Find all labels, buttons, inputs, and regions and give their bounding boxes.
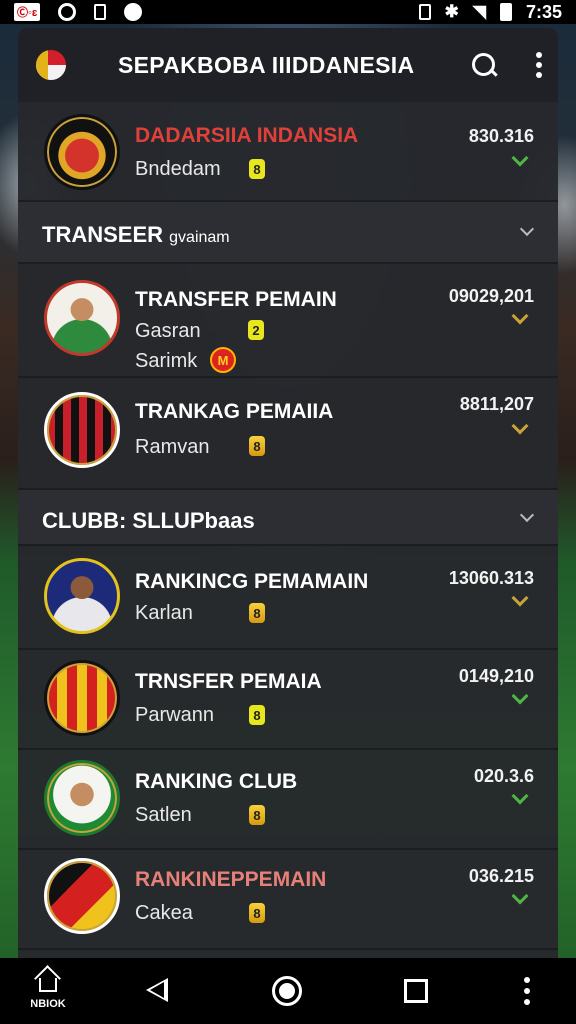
item-title: DADARSIIA INDANSIA (135, 124, 359, 147)
expand-chevron-icon[interactable] (511, 787, 529, 805)
player-avatar (44, 280, 120, 356)
section-title: TRANSEER gvainam (42, 222, 230, 247)
home-circle-icon[interactable] (272, 976, 302, 1006)
section-header-transfer[interactable]: TRANSEER gvainam (18, 202, 558, 264)
item-subtitle: Ramvan (135, 436, 210, 458)
item-value: 13060.313 (448, 568, 534, 588)
rank-badge: 8 (249, 436, 265, 456)
section-header-club[interactable]: CLUBB: SLLUPbaas (18, 490, 558, 546)
expand-chevron-icon[interactable] (511, 687, 529, 705)
rank-badge: 8 (249, 805, 265, 825)
section-title: CLUBB: SLLUPbaas (42, 508, 255, 533)
nav-home-button[interactable]: NBIOK (28, 972, 68, 1010)
wifi-icon: ◥ (472, 2, 486, 21)
item-title: TRANSFER PEMAIN (135, 288, 337, 311)
item-subtitle: Bndedam (135, 158, 221, 180)
item-title: RANKINCG PEMAMAIN (135, 570, 369, 593)
list-item[interactable]: RANKINEPPEMAIN Cakea 8 036.215 (18, 850, 558, 950)
club-crest-icon (44, 858, 120, 934)
item-value: 830.316 (468, 126, 534, 146)
nav-more-icon[interactable] (524, 977, 530, 1005)
club-crest-icon (44, 660, 120, 736)
rank-badge: 8 (249, 903, 265, 923)
more-options-icon[interactable] (536, 52, 542, 78)
recent-apps-icon[interactable] (404, 979, 428, 1003)
nfc-icon (418, 4, 431, 20)
status-bar: Ⓒ◦ɛ ✱ ◥ 7:35 (0, 0, 576, 24)
item-title: RANKING CLUB (135, 770, 298, 793)
sync-icon (58, 3, 77, 21)
notification-icon (94, 4, 107, 20)
club-crest-icon (44, 114, 120, 190)
item-value: 0149,210 (458, 666, 534, 686)
item-value: 8811,207 (459, 394, 534, 414)
flag-logo-icon (34, 48, 68, 82)
item-subtitle: Cakea (135, 902, 193, 924)
club-crest-icon (44, 392, 120, 468)
clock: 7:35 (525, 1, 562, 22)
back-icon[interactable] (146, 978, 168, 1002)
expand-chevron-icon[interactable] (511, 589, 529, 607)
expand-chevron-icon[interactable] (511, 307, 529, 325)
list-item[interactable]: DADARSIIA INDANSIA Bndedam 8 830.316 (18, 102, 558, 202)
nav-home-label: NBIOK (30, 998, 66, 1010)
item-title: RANKINEPPEMAIN (135, 868, 327, 891)
rank-badge: 8 (249, 603, 265, 623)
system-navigation-bar: NBIOK (0, 958, 576, 1024)
chevron-down-icon[interactable] (519, 507, 535, 523)
item-value: 036.215 (468, 866, 534, 886)
club-crest-icon (44, 760, 120, 836)
main-panel: SEPAKBOBA IIIDDANESIA DADARSIIA INDANSIA… (18, 28, 558, 958)
list-item[interactable]: TRANKAG PEMAIIA Ramvan 8 8811,207 (18, 378, 558, 490)
bluetooth-icon: ✱ (444, 2, 459, 21)
item-subtitle-2: Sarimk (135, 350, 198, 372)
expand-chevron-icon[interactable] (511, 887, 529, 905)
app-bar: SEPAKBOBA IIIDDANESIA (18, 28, 558, 102)
search-icon[interactable] (470, 51, 498, 79)
app-notification-icon (124, 3, 143, 21)
app-title: SEPAKBOBA IIIDDANESIA (118, 51, 415, 78)
chevron-down-icon[interactable] (519, 221, 535, 237)
item-value: 09029,201 (448, 286, 534, 306)
list-item[interactable]: RANKING CLUB Satlen 8 020.3.6 (18, 750, 558, 850)
item-title: TRANKAG PEMAIIA (135, 400, 334, 423)
item-subtitle: Parwann (135, 704, 214, 726)
rank-badge: 8 (249, 705, 265, 725)
list-item[interactable]: TRNSFER PEMAIA Parwann 8 0149,210 (18, 650, 558, 750)
item-title: TRNSFER PEMAIA (135, 670, 322, 693)
item-subtitle: Karlan (135, 602, 193, 624)
expand-chevron-icon[interactable] (511, 417, 529, 435)
item-subtitle: Gasran (135, 320, 201, 342)
item-value: 020.3.6 (473, 766, 534, 786)
club-badge-icon: M (210, 347, 236, 373)
rank-badge: 2 (248, 320, 264, 340)
list-item[interactable]: TRANSFER PEMAIN Gasran 2 Sarimk M 09029,… (18, 264, 558, 378)
rank-badge: 8 (249, 159, 265, 179)
battery-icon (499, 3, 512, 21)
house-icon (39, 978, 57, 992)
item-subtitle: Satlen (135, 804, 192, 826)
player-avatar (44, 558, 120, 634)
carrier-icon: Ⓒ◦ɛ (14, 3, 41, 21)
list-item[interactable]: RANKINCG PEMAMAIN Karlan 8 13060.313 (18, 546, 558, 650)
expand-chevron-icon[interactable] (511, 149, 529, 167)
